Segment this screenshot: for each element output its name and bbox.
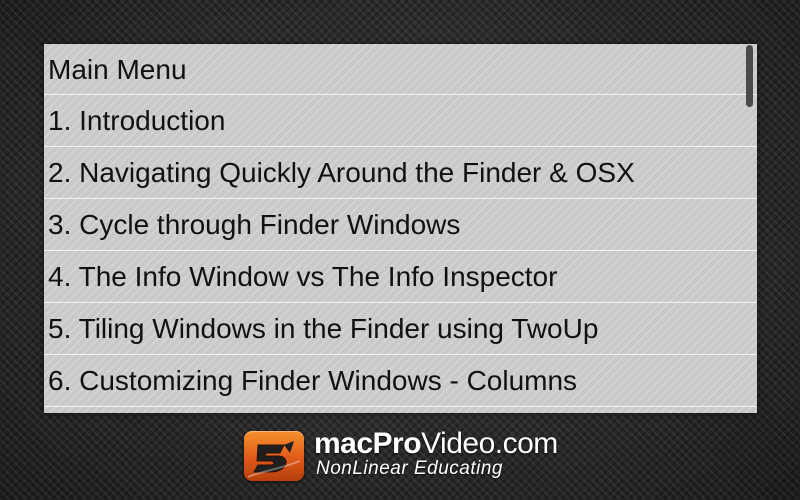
menu-item-cycle-finder-windows[interactable]: 3. Cycle through Finder Windows [44,199,757,251]
brand-name-bold: macPro [314,427,422,460]
macprovideo-logo-icon [244,431,304,481]
menu-item-label: 3. Cycle through Finder Windows [48,209,461,240]
menu-item-label: 6. Customizing Finder Windows - Columns [48,365,578,396]
chapter-menu-list[interactable]: Main Menu 1. Introduction 2. Navigating … [44,44,757,413]
menu-item-label: 2. Navigating Quickly Around the Finder … [48,157,635,188]
menu-list: Main Menu 1. Introduction 2. Navigating … [44,44,757,407]
app-screen: { "menu": { "title": "Main Menu", "items… [0,0,800,500]
menu-item-label: 4. The Info Window vs The Info Inspector [48,261,558,292]
menu-item-info-window[interactable]: 4. The Info Window vs The Info Inspector [44,251,757,303]
brand-footer: macProVideo.com NonLinear Educating [244,428,564,482]
menu-item-introduction[interactable]: 1. Introduction [44,95,757,147]
brand-tagline: NonLinear Educating [316,458,503,479]
scrollbar-thumb[interactable] [746,45,753,107]
menu-item-label: 5. Tiling Windows in the Finder using Tw… [48,313,599,344]
brand-name: macProVideo.com [314,428,558,460]
menu-item-tiling-windows[interactable]: 5. Tiling Windows in the Finder using Tw… [44,303,757,355]
menu-item-navigating-finder[interactable]: 2. Navigating Quickly Around the Finder … [44,147,757,199]
menu-item-label: 1. Introduction [48,105,226,136]
menu-item-customizing-columns[interactable]: 6. Customizing Finder Windows - Columns [44,355,757,407]
menu-title: Main Menu [48,54,187,85]
brand-name-rest: Video.com [421,427,558,460]
menu-title-row[interactable]: Main Menu [44,44,757,95]
